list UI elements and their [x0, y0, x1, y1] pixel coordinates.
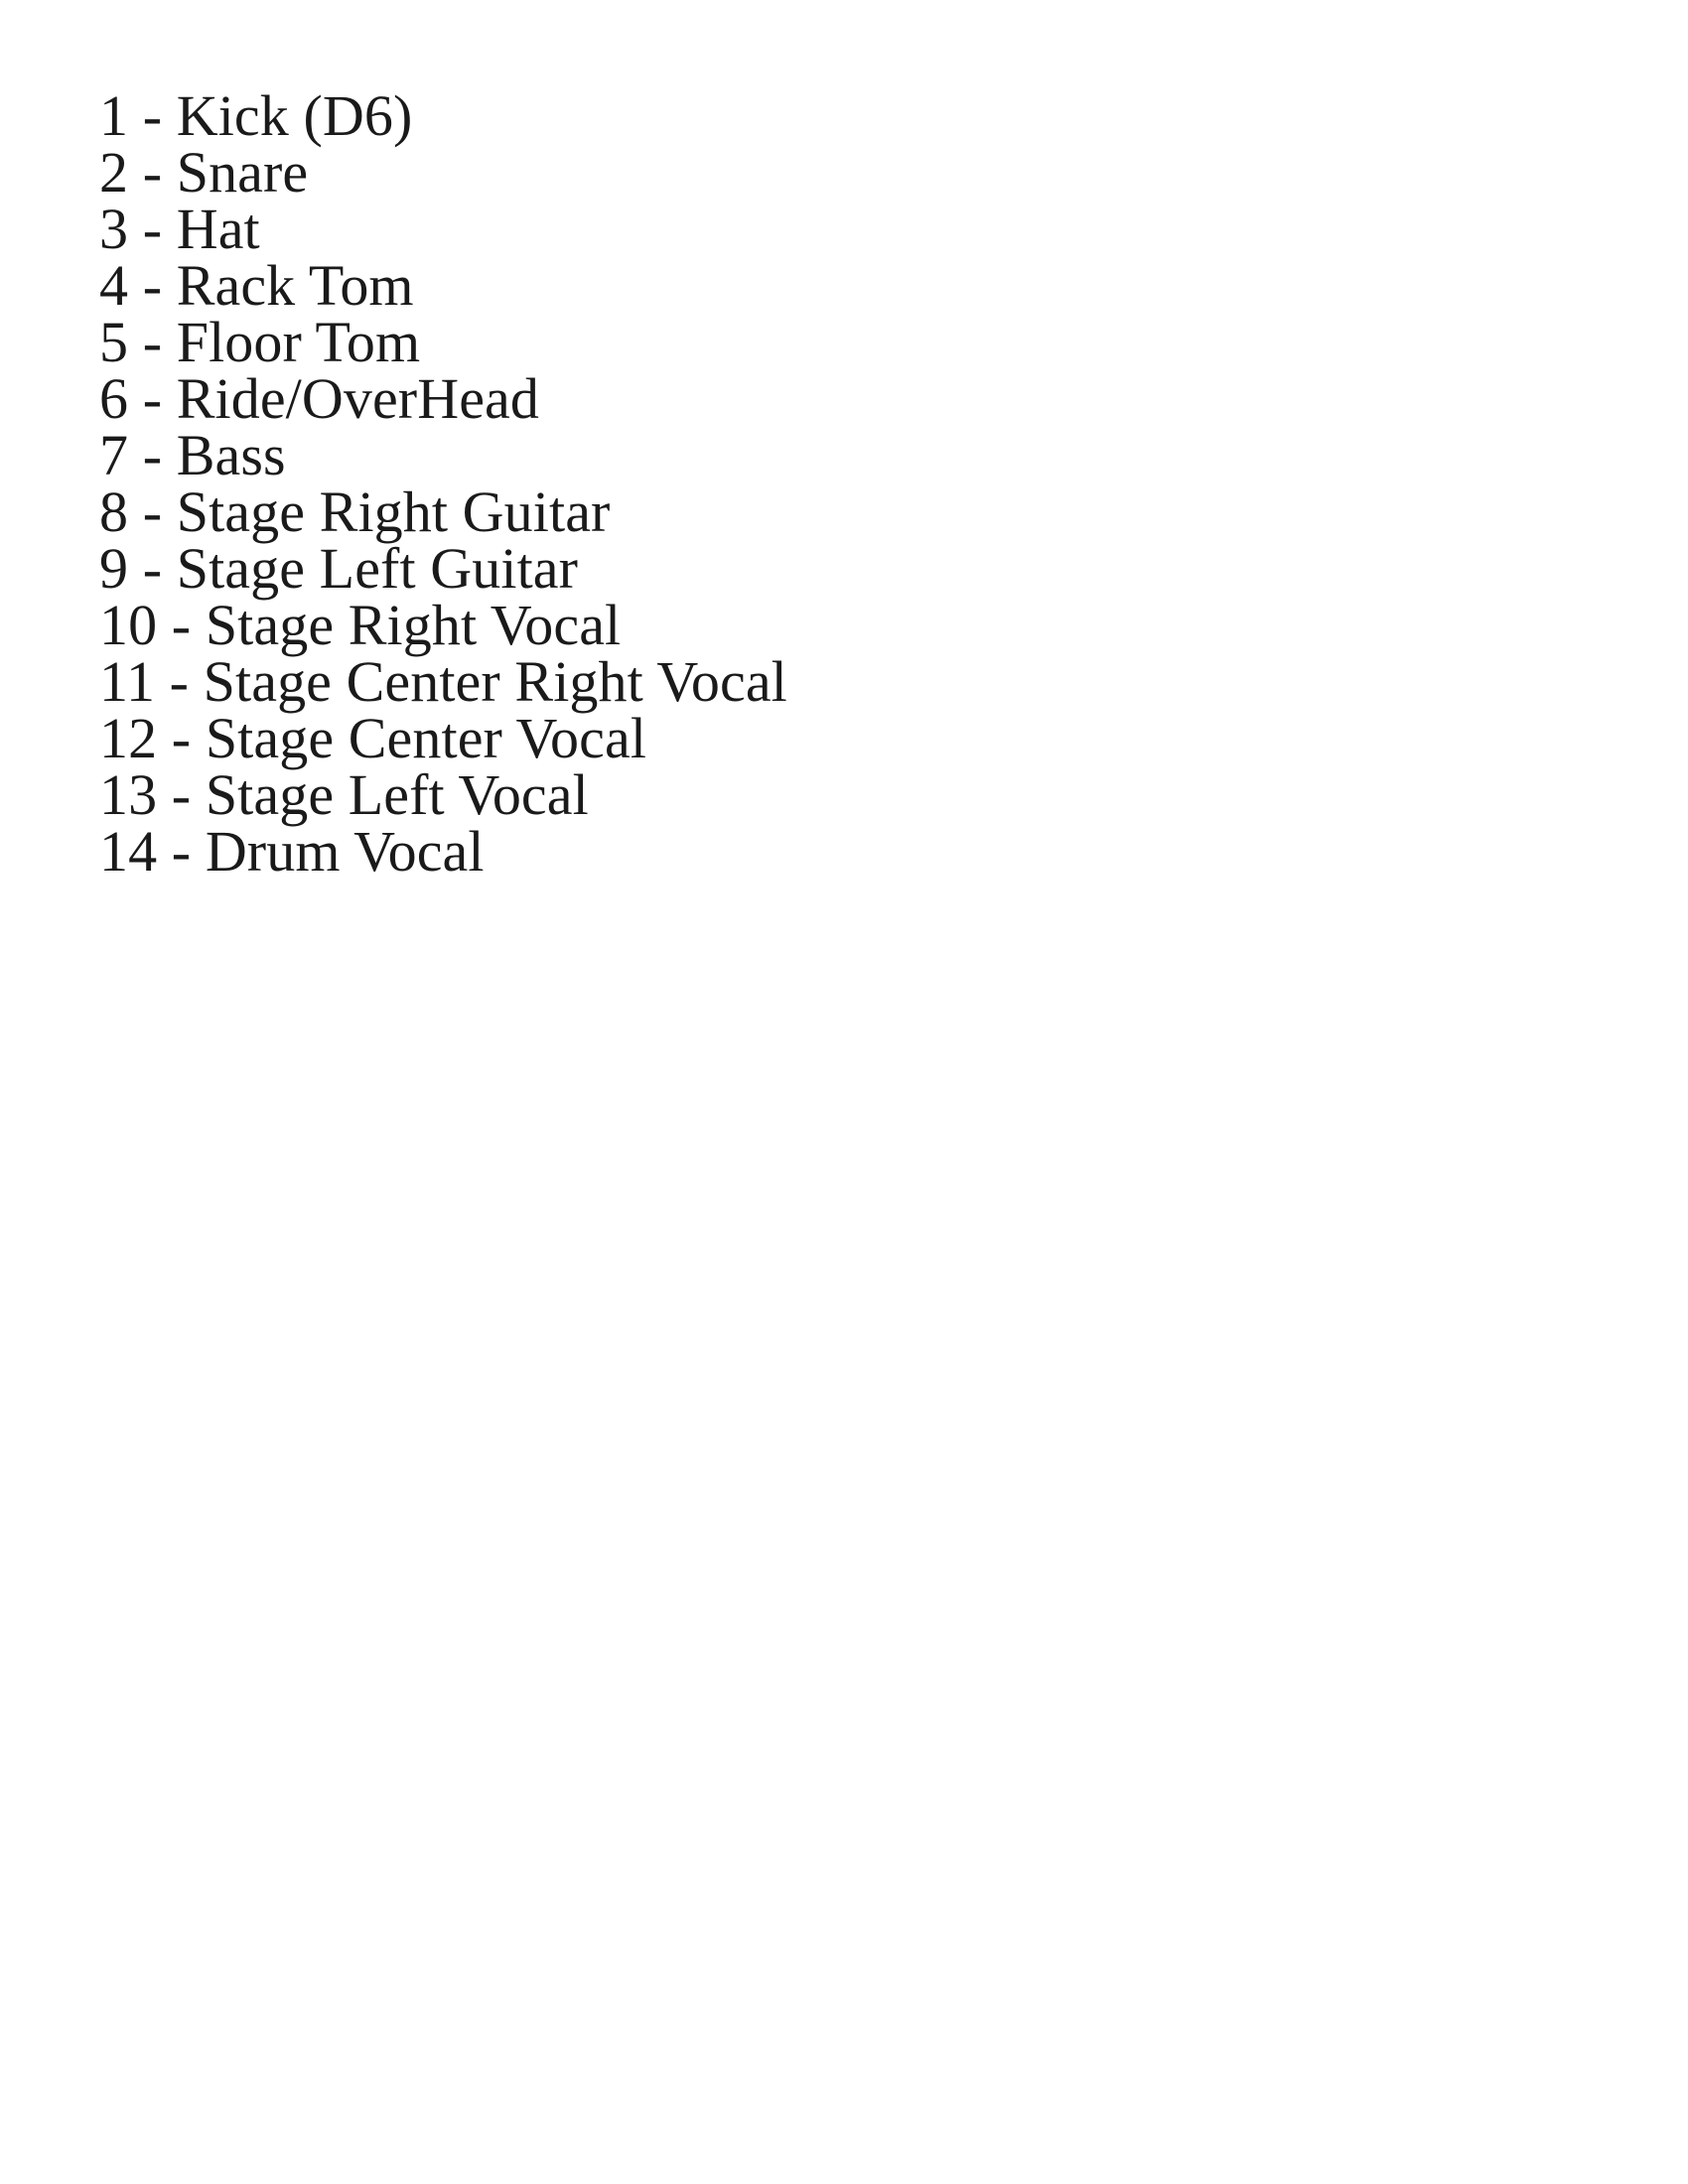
channel-line-text: 3 - Hat [99, 197, 260, 261]
list-item: 2 - Snare [99, 144, 1539, 202]
list-item: 12 - Stage Center Vocal [99, 710, 1539, 767]
channel-line-text: 1 - Kick (D6) [99, 83, 413, 148]
channel-line-text: 9 - Stage Left Guitar [99, 536, 579, 601]
list-item: 14 - Drum Vocal [99, 823, 1539, 881]
list-item: 5 - Floor Tom [99, 314, 1539, 371]
list-item: 11 - Stage Center Right Vocal [99, 653, 1539, 711]
channel-line-text: 14 - Drum Vocal [99, 819, 485, 884]
document-page: 1 - Kick (D6) 2 - Snare 3 - Hat 4 - Rack… [0, 0, 1688, 2184]
list-item: 8 - Stage Right Guitar [99, 483, 1539, 541]
list-item: 10 - Stage Right Vocal [99, 597, 1539, 654]
channel-line-text: 10 - Stage Right Vocal [99, 593, 622, 657]
channel-line-text: 8 - Stage Right Guitar [99, 479, 611, 544]
channel-line-text: 4 - Rack Tom [99, 253, 414, 318]
list-item: 1 - Kick (D6) [99, 87, 1539, 145]
list-item: 9 - Stage Left Guitar [99, 540, 1539, 598]
channel-line-text: 6 - Ride/OverHead [99, 366, 539, 431]
list-item: 7 - Bass [99, 427, 1539, 484]
list-item: 13 - Stage Left Vocal [99, 766, 1539, 824]
channel-line-text: 13 - Stage Left Vocal [99, 762, 589, 827]
list-item: 3 - Hat [99, 201, 1539, 258]
channel-line-text: 5 - Floor Tom [99, 310, 421, 374]
channel-line-text: 2 - Snare [99, 140, 309, 205]
list-item: 6 - Ride/OverHead [99, 370, 1539, 428]
channel-line-text: 7 - Bass [99, 423, 286, 487]
list-item: 4 - Rack Tom [99, 257, 1539, 315]
channel-line-text: 11 - Stage Center Right Vocal [99, 649, 787, 714]
channel-input-list: 1 - Kick (D6) 2 - Snare 3 - Hat 4 - Rack… [99, 87, 1539, 881]
channel-line-text: 12 - Stage Center Vocal [99, 706, 647, 770]
